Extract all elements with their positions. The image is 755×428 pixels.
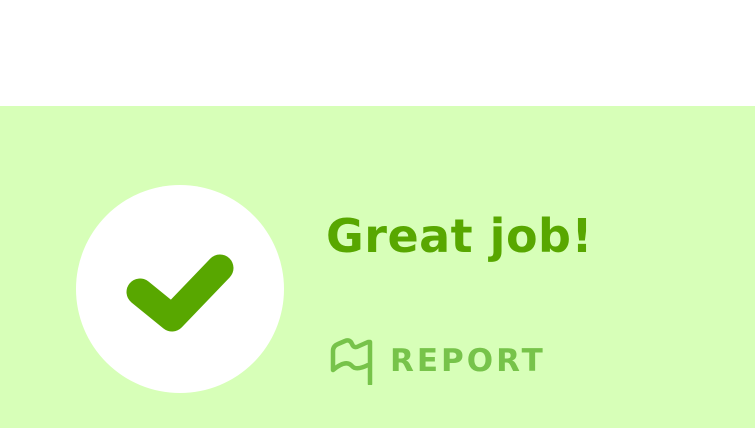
report-label: REPORT — [390, 343, 546, 379]
success-badge — [76, 185, 284, 393]
feedback-headline: Great job! — [326, 209, 593, 263]
checkmark-icon — [126, 254, 234, 332]
flag-icon — [330, 338, 373, 385]
page: Great job! REPORT — [0, 0, 755, 428]
report-button[interactable]: REPORT — [330, 336, 546, 386]
feedback-panel: Great job! REPORT — [0, 106, 755, 428]
